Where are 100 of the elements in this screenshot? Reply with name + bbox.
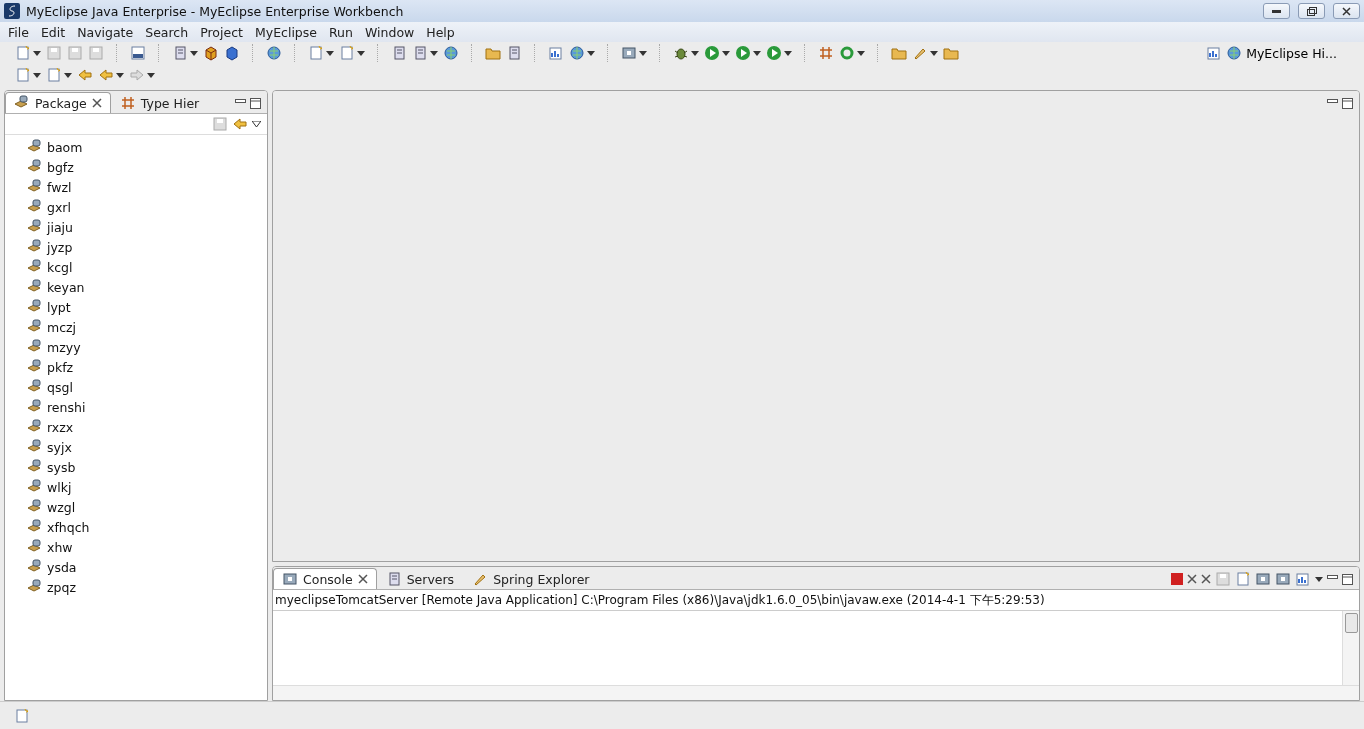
tree-item[interactable]: sysb	[27, 457, 267, 477]
view-tab[interactable]: Type Hier	[110, 92, 209, 113]
tree-item[interactable]: qsgl	[27, 377, 267, 397]
tree-item[interactable]: pkfz	[27, 357, 267, 377]
toolbar-button[interactable]	[338, 44, 366, 62]
tree-item[interactable]: mczj	[27, 317, 267, 337]
caret-icon[interactable]	[930, 50, 938, 56]
tree-item[interactable]: jyzp	[27, 237, 267, 257]
run-icon	[735, 45, 751, 61]
close-icon[interactable]	[357, 574, 368, 584]
toolbar-button[interactable]	[14, 44, 42, 62]
caret-icon[interactable]	[33, 72, 41, 78]
caret-icon[interactable]	[147, 72, 155, 78]
caret-icon[interactable]	[639, 50, 647, 56]
toolbar-button[interactable]	[128, 66, 156, 84]
view-tab[interactable]: Console	[273, 568, 377, 589]
close-icon[interactable]	[91, 98, 102, 108]
tree-item[interactable]: xfhqch	[27, 517, 267, 537]
tree-item[interactable]: gxrl	[27, 197, 267, 217]
app-logo-icon	[4, 3, 20, 19]
toolbar-button[interactable]	[734, 44, 762, 62]
caret-icon[interactable]	[190, 50, 198, 56]
tree-item[interactable]: kcgl	[27, 257, 267, 277]
close-icon[interactable]	[1187, 574, 1197, 584]
restore-icon	[1306, 6, 1317, 16]
menu-item[interactable]: Run	[323, 24, 359, 40]
toolbar-button[interactable]	[223, 44, 241, 62]
maximize-icon[interactable]	[1342, 97, 1353, 109]
toolbar-button[interactable]	[97, 66, 125, 84]
menu-item[interactable]: Edit	[34, 24, 72, 40]
caret-icon[interactable]	[64, 72, 72, 78]
toolbar-button[interactable]	[45, 66, 73, 84]
caret-icon[interactable]	[33, 50, 41, 56]
tree-item[interactable]: baom	[27, 137, 267, 157]
minimize-button[interactable]	[1263, 3, 1290, 19]
tree-item[interactable]: lypt	[27, 297, 267, 317]
new-file-icon	[46, 67, 62, 83]
caret-icon[interactable]	[587, 50, 595, 56]
maximize-icon[interactable]	[250, 97, 261, 109]
caret-icon[interactable]	[357, 50, 365, 56]
close-icon[interactable]	[1201, 574, 1211, 584]
view-menu-icon[interactable]	[252, 121, 261, 127]
tree-item[interactable]: rxzx	[27, 417, 267, 437]
toolbar-button[interactable]	[568, 44, 596, 62]
menu-item[interactable]: Search	[139, 24, 195, 40]
tree-item[interactable]: syjx	[27, 437, 267, 457]
toolbar-button[interactable]	[14, 66, 42, 84]
run-icon	[704, 45, 720, 61]
perspective-button[interactable]: MyEclipse Hi...	[1202, 45, 1341, 61]
server-icon	[172, 45, 188, 61]
menu-item[interactable]: MyEclipse	[248, 24, 323, 40]
close-icon	[1342, 6, 1351, 16]
toolbar-button[interactable]	[307, 44, 335, 62]
save-icon	[88, 45, 104, 61]
view-tab[interactable]: Package	[5, 92, 111, 113]
globe-icon	[1226, 45, 1243, 61]
toolbar-button[interactable]	[620, 44, 648, 62]
toolbar-button[interactable]	[703, 44, 731, 62]
caret-icon[interactable]	[753, 50, 761, 56]
menu-item[interactable]: File	[2, 24, 35, 40]
caret-icon[interactable]	[116, 72, 124, 78]
server-icon	[412, 45, 428, 61]
tree-item[interactable]: ysda	[27, 557, 267, 577]
forward-arrow-icon	[129, 67, 145, 83]
caret-icon[interactable]	[857, 50, 865, 56]
menu-item[interactable]: Window	[358, 24, 421, 40]
bug-icon	[673, 45, 689, 61]
menu-item[interactable]: Help	[420, 24, 461, 40]
menu-item[interactable]: Navigate	[71, 24, 140, 40]
vertical-scrollbar[interactable]	[1342, 611, 1359, 685]
tree-item[interactable]: keyan	[27, 277, 267, 297]
toolbar-button[interactable]	[765, 44, 793, 62]
view-tab[interactable]: Servers	[376, 568, 464, 589]
tree-item[interactable]: xhw	[27, 537, 267, 557]
toolbar-button[interactable]	[838, 44, 866, 62]
tree-item[interactable]: fwzl	[27, 177, 267, 197]
caret-icon[interactable]	[326, 50, 334, 56]
view-tab[interactable]: Spring Explorer	[463, 568, 599, 589]
tree-item[interactable]: wlkj	[27, 477, 267, 497]
tab-icon	[119, 95, 136, 111]
tree-item[interactable]: mzyy	[27, 337, 267, 357]
minimize-icon	[1272, 9, 1281, 13]
caret-icon[interactable]	[691, 50, 699, 56]
tree-item[interactable]: bgfz	[27, 157, 267, 177]
folder-icon	[943, 45, 959, 61]
caret-icon[interactable]	[1315, 576, 1323, 582]
folder-icon	[891, 45, 907, 61]
tree-item[interactable]: wzgl	[27, 497, 267, 517]
toolbar-button[interactable]	[202, 44, 220, 62]
caret-icon[interactable]	[784, 50, 792, 56]
tree-item[interactable]: zpqz	[27, 577, 267, 597]
caret-icon[interactable]	[430, 50, 438, 56]
caret-icon[interactable]	[722, 50, 730, 56]
maximize-icon[interactable]	[1342, 573, 1353, 585]
menu-item[interactable]: Project	[194, 24, 249, 40]
tree-item[interactable]: renshi	[27, 397, 267, 417]
horizontal-scrollbar[interactable]	[273, 685, 1359, 700]
tree-item[interactable]: jiaju	[27, 217, 267, 237]
close-button[interactable]	[1333, 3, 1360, 19]
restore-button[interactable]	[1298, 3, 1325, 19]
